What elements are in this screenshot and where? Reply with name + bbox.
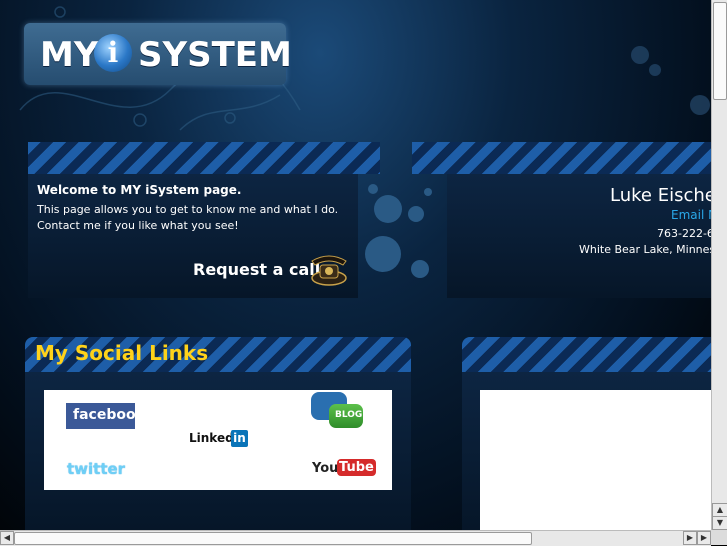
facebook-link[interactable]: facebook	[66, 403, 145, 429]
scroll-left-arrow-icon[interactable]: ◀	[0, 531, 14, 545]
welcome-text-line1: This page allows you to get to know me a…	[37, 203, 339, 216]
scroll-up-arrow-icon[interactable]: ▲	[712, 503, 727, 517]
scroll-right-arrow-icon-2[interactable]: ▶	[697, 531, 711, 545]
welcome-title: Welcome to MY iSystem page.	[37, 183, 242, 197]
request-call-button[interactable]: Request a call	[193, 260, 320, 279]
site-logo[interactable]: MY i SYSTEM	[24, 23, 292, 85]
logo-system-text: SYSTEM	[138, 35, 292, 75]
ink-splash-decoration	[365, 184, 432, 278]
social-links-title: My Social Links	[35, 341, 209, 365]
welcome-text-line2: Contact me if you like what you see!	[37, 219, 239, 232]
logo-my-text: MY	[40, 35, 99, 75]
facebook-logo-text: facebook	[73, 407, 145, 423]
right-stripe-header	[462, 337, 711, 372]
linkedin-logo-text: Linked	[189, 431, 234, 445]
youtube-tube-badge: Tube	[337, 459, 376, 476]
right-content-box	[480, 390, 711, 530]
blog-label: BLOG	[335, 410, 363, 420]
vertical-scroll-thumb[interactable]	[713, 2, 727, 100]
email-link[interactable]: Email M	[671, 208, 711, 222]
contact-location: White Bear Lake, Minnes	[579, 243, 711, 256]
page-viewport: MY i SYSTEM Welcome to MY iSystem page. …	[0, 0, 711, 530]
scroll-right-arrow-icon[interactable]: ▶	[683, 531, 697, 545]
contact-phone: 763-222-63	[657, 227, 711, 240]
contact-stripe-header	[412, 142, 711, 174]
youtube-link[interactable]: You Tube	[312, 458, 376, 480]
horizontal-scroll-thumb[interactable]	[14, 532, 532, 545]
youtube-you-text: You	[312, 461, 339, 476]
telephone-icon[interactable]	[308, 253, 350, 287]
info-i-icon: i	[94, 34, 132, 72]
linkedin-link[interactable]: Linked in	[189, 430, 249, 448]
linkedin-in-badge: in	[231, 430, 248, 447]
welcome-stripe-header	[28, 142, 380, 174]
scrollbar-corner	[711, 530, 727, 545]
blog-link[interactable]: BLOG	[309, 392, 365, 436]
scroll-down-arrow-icon[interactable]: ▼	[712, 516, 727, 530]
contact-name: Luke Eische	[610, 185, 711, 206]
twitter-logo-text: twitter	[67, 460, 126, 478]
twitter-link[interactable]: twitter	[67, 460, 137, 480]
